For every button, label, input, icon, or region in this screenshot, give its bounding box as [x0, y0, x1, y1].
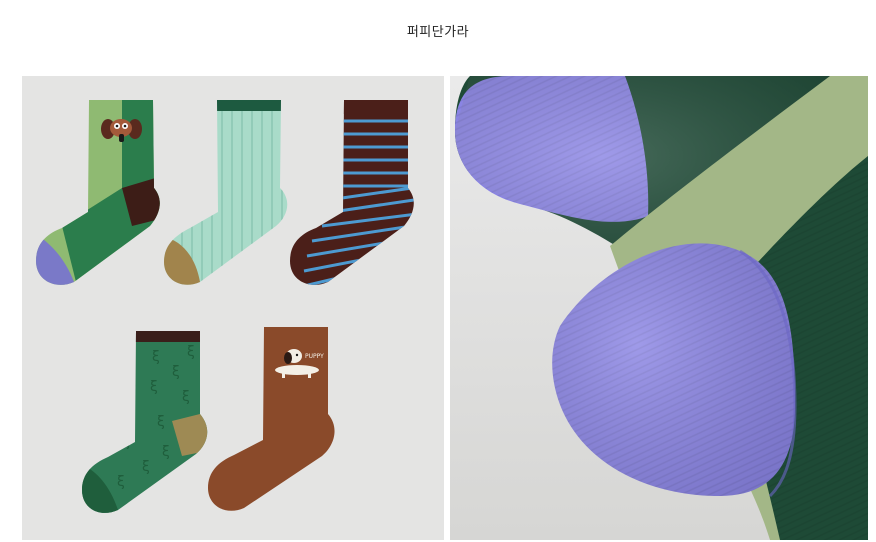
svg-text:ξ: ξ [162, 444, 170, 460]
svg-text:ξ: ξ [182, 389, 190, 405]
svg-text:ξ: ξ [117, 474, 125, 490]
svg-text:ξ: ξ [172, 364, 180, 380]
detail-image [450, 76, 868, 540]
svg-text:ξ: ξ [152, 349, 160, 365]
svg-text:ξ: ξ [157, 414, 165, 430]
svg-text:ξ: ξ [150, 379, 158, 395]
sock-3 [290, 100, 414, 285]
sock-5: PUPPY [208, 327, 335, 511]
svg-text:ξ: ξ [142, 459, 150, 475]
svg-text:ξ: ξ [122, 434, 130, 450]
puppy-label: PUPPY [305, 353, 324, 360]
sock-2 [164, 100, 288, 285]
product-image: ξ ξ ξ ξ ξ ξ ξ ξ ξ ξ PUPPY [22, 76, 444, 540]
dog-face-icon [101, 119, 142, 142]
sock-1 [36, 100, 160, 285]
sock-4: ξ ξ ξ ξ ξ ξ ξ ξ ξ ξ [82, 331, 208, 513]
svg-text:ξ: ξ [187, 344, 195, 360]
page-title: 퍼피단가라 [406, 25, 470, 40]
